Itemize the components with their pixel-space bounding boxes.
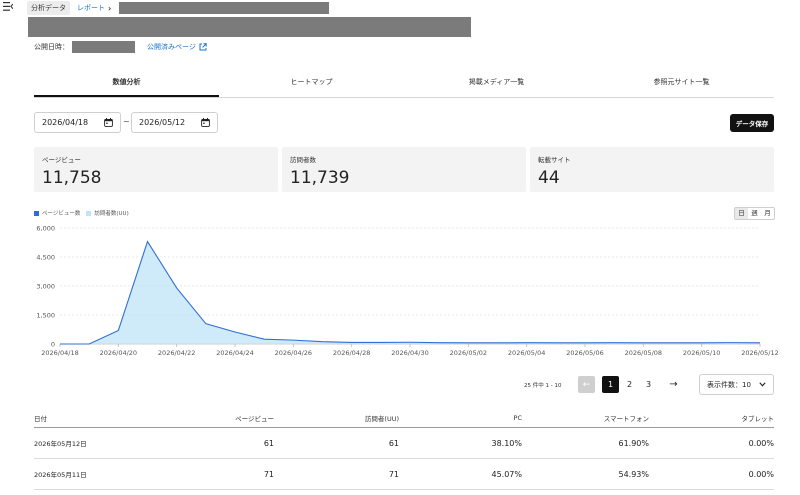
stat-card-visitors: 訪問者数 11,739 — [282, 147, 526, 192]
cell-visitors: 61 — [388, 438, 399, 448]
cell-pageviews: 71 — [263, 469, 274, 479]
cell-tablet: 0.00% — [748, 469, 774, 479]
stat-label: 訪問者数 — [290, 156, 316, 164]
cell-pageviews: 61 — [263, 438, 274, 448]
start-date-input[interactable]: 2026/04/18 — [34, 112, 121, 133]
tab-media-list[interactable]: 掲載メディア一覧 — [404, 74, 589, 97]
x-tick-label: 2026/04/22 — [158, 349, 195, 357]
x-tick-label: 2026/05/08 — [625, 349, 662, 357]
stat-label: 転載サイト — [538, 156, 571, 164]
start-date-value: 2026/04/18 — [42, 118, 89, 127]
chevron-right-icon: › — [108, 3, 112, 13]
cell-smartphone: 61.90% — [618, 438, 649, 448]
end-date-input[interactable]: 2026/05/12 — [131, 112, 218, 133]
published-date-redacted — [72, 41, 135, 53]
breadcrumb-redacted-title — [119, 2, 330, 14]
cell-tablet: 0.00% — [748, 438, 774, 448]
traffic-area-chart: 6,000 4,500 3,000 1,500 02026/04/18 2026/04/2… — [36, 225, 778, 358]
legend-item-pageviews[interactable]: ページビュー数 — [34, 209, 80, 217]
stat-card-pageviews: ページビュー 11,758 — [34, 147, 278, 192]
x-tick-label: 2026/05/12 — [741, 349, 778, 357]
period-toggle: 日 週 月 — [734, 207, 775, 220]
cell-visitors: 71 — [388, 469, 399, 479]
table-row: 2026年05月12日 61 61 38.10% 61.90% 0.00% — [34, 428, 774, 459]
x-tick-label: 2026/04/18 — [41, 349, 78, 357]
y-tick-label: 3,000 — [36, 283, 55, 291]
stat-value: 44 — [538, 168, 560, 188]
chevron-down-icon — [759, 382, 766, 387]
breadcrumb-root[interactable]: 分析データ — [27, 1, 70, 15]
x-tick-label: 2026/04/26 — [275, 349, 312, 357]
cell-pc: 45.07% — [491, 469, 522, 479]
page-button-1[interactable]: 1 — [602, 376, 619, 393]
page-button-2[interactable]: 2 — [621, 376, 638, 393]
arrow-left-icon: ← — [582, 379, 591, 390]
legend-label: 訪問者数(UU) — [94, 211, 129, 217]
published-page-link-label: 公開済みページ — [147, 43, 196, 51]
legend-item-visitors[interactable]: 訪問者数(UU) — [86, 209, 129, 217]
stat-card-reposts: 転載サイト 44 — [530, 147, 774, 192]
tab-bar: 数値分析 ヒートマップ 掲載メディア一覧 参照元サイト一覧 — [34, 74, 774, 98]
table-header-row: 日付 ページビュー 訪問者(UU) PC スマートフォン タブレット — [34, 408, 774, 428]
per-page-select[interactable]: 表示件数：10 — [699, 374, 774, 395]
legend-label: ページビュー数 — [42, 211, 81, 217]
x-tick-label: 2026/04/24 — [216, 349, 253, 357]
external-link-icon — [199, 43, 207, 51]
y-tick-label: 4,500 — [36, 254, 55, 262]
x-tick-label: 2026/05/06 — [566, 349, 603, 357]
stat-label: ページビュー — [42, 156, 81, 164]
x-tick-label: 2026/04/20 — [100, 349, 137, 357]
x-tick-label: 2026/04/28 — [333, 349, 370, 357]
table-row: 2026年05月11日 71 71 45.07% 54.93% 0.00% — [34, 459, 774, 490]
cell-date: 2026年05月12日 — [34, 440, 87, 448]
column-header-visitors[interactable]: 訪問者(UU) — [274, 413, 399, 423]
result-range-text: 25 件中 1 - 10 — [524, 383, 562, 389]
publish-info: 公開日時： 公開済みページ — [34, 41, 207, 53]
stat-value: 11,739 — [290, 168, 350, 188]
page-title-redacted — [28, 17, 471, 37]
per-page-value: 表示件数：10 — [707, 380, 751, 389]
y-tick-label: 6,000 — [36, 225, 55, 233]
calendar-icon — [201, 118, 210, 127]
tab-numeric-analysis[interactable]: 数値分析 — [34, 74, 219, 97]
cell-smartphone: 54.93% — [618, 469, 649, 479]
calendar-icon — [104, 118, 113, 127]
menu-collapse-icon[interactable] — [3, 2, 13, 11]
legend-swatch — [86, 210, 92, 216]
date-range-separator: ~ — [123, 117, 130, 126]
page-button-3[interactable]: 3 — [640, 376, 657, 393]
column-header-pageviews[interactable]: ページビュー — [184, 413, 274, 423]
published-page-link[interactable]: 公開済みページ — [147, 42, 207, 52]
period-month-button[interactable]: 月 — [761, 208, 774, 219]
arrow-right-icon: → — [669, 379, 678, 390]
save-data-button[interactable]: データ保存 — [730, 114, 774, 132]
next-page-button[interactable]: → — [665, 376, 682, 393]
cell-date: 2026年05月11日 — [34, 471, 87, 479]
x-tick-label: 2026/05/04 — [508, 349, 545, 357]
column-header-smartphone[interactable]: スマートフォン — [522, 413, 649, 423]
column-header-tablet[interactable]: タブレット — [649, 413, 775, 423]
x-tick-label: 2026/05/02 — [450, 349, 487, 357]
x-tick-label: 2026/05/10 — [683, 349, 720, 357]
end-date-value: 2026/05/12 — [139, 118, 186, 127]
period-day-button[interactable]: 日 — [735, 208, 748, 219]
stat-value: 11,758 — [42, 168, 102, 188]
breadcrumb: 分析データ レポート › — [27, 1, 330, 15]
legend-swatch — [34, 210, 39, 216]
tab-referrer-list[interactable]: 参照元サイト一覧 — [589, 74, 774, 97]
chart-legend: ページビュー数 訪問者数(UU) — [34, 209, 135, 217]
x-tick-label: 2026/04/30 — [391, 349, 428, 357]
daily-stats-table: 日付 ページビュー 訪問者(UU) PC スマートフォン タブレット 2026年… — [34, 408, 774, 490]
column-header-pc[interactable]: PC — [399, 414, 522, 422]
cell-pc: 38.10% — [491, 438, 522, 448]
prev-page-button[interactable]: ← — [578, 376, 595, 393]
period-week-button[interactable]: 週 — [748, 208, 761, 219]
column-header-date[interactable]: 日付 — [34, 413, 184, 423]
y-tick-label: 0 — [51, 341, 55, 349]
published-label: 公開日時： — [34, 43, 69, 51]
tab-heatmap[interactable]: ヒートマップ — [219, 74, 404, 97]
breadcrumb-report-link[interactable]: レポート — [77, 3, 105, 13]
y-tick-label: 1,500 — [36, 312, 55, 320]
